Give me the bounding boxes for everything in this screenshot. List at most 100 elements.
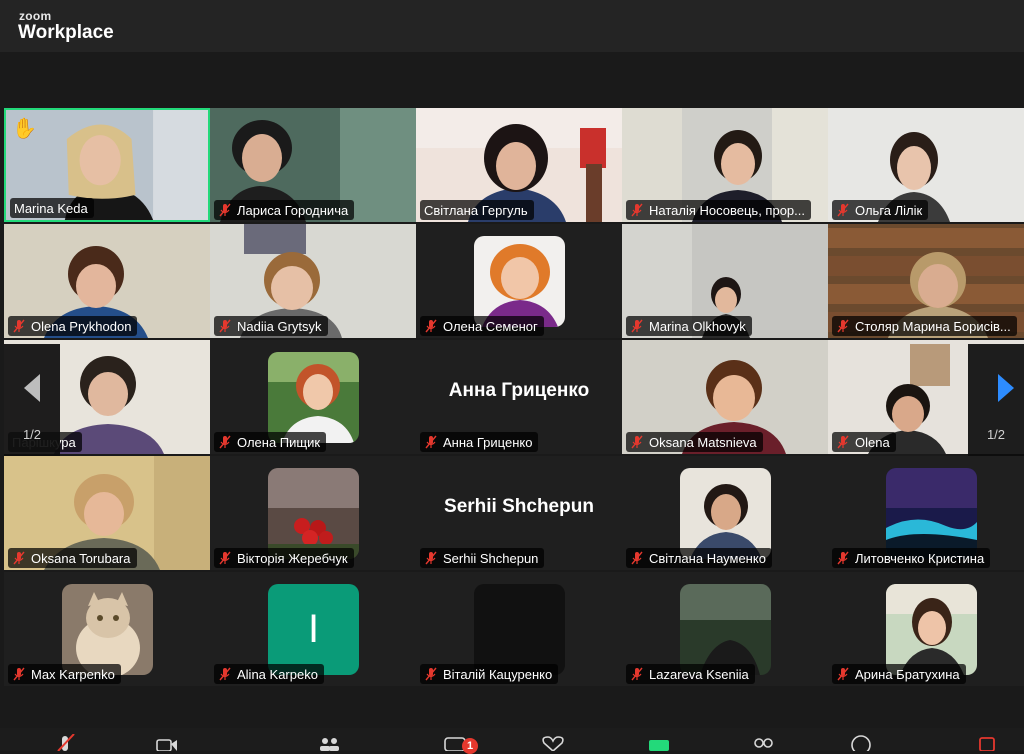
muted-mic-icon	[631, 435, 643, 449]
muted-mic-icon	[631, 319, 643, 333]
participant-tile[interactable]: Литовченко Кристина	[828, 456, 1024, 570]
participant-tile[interactable]: Max Karpenko	[4, 572, 210, 686]
participant-tile[interactable]: Лариса Городнича	[210, 108, 416, 222]
participant-tile[interactable]: Oksana Matsnieva	[622, 340, 828, 454]
participant-name-label: Віталій Кацуренко	[420, 664, 559, 684]
participant-tile[interactable]: Marina Olkhovyk	[622, 224, 828, 338]
participant-tile[interactable]: Анна Гриценко Анна Гриценко	[416, 340, 622, 454]
chat-badge: 1	[462, 738, 478, 754]
participant-initial-avatar: I	[268, 584, 359, 675]
share-screen-icon[interactable]	[648, 734, 670, 751]
muted-mic-icon	[13, 551, 25, 565]
participants-icon[interactable]	[318, 734, 340, 751]
participant-tile[interactable]: Oksana Torubara	[4, 456, 210, 570]
muted-mic-icon	[631, 667, 643, 681]
participant-name-label: Столяр Марина Борисів...	[832, 316, 1017, 336]
page-indicator: 1/2	[986, 427, 1006, 442]
participant-tile[interactable]: Світлана Науменко	[622, 456, 828, 570]
next-page-button[interactable]: 1/2	[968, 344, 1024, 456]
participant-tile[interactable]: Вікторія Жеребчук	[210, 456, 416, 570]
muted-mic-icon	[425, 551, 437, 565]
participant-tile[interactable]: Столяр Марина Борисів...	[828, 224, 1024, 338]
app-title: Workplace	[18, 22, 114, 43]
muted-mic-icon	[425, 319, 437, 333]
raised-hand-icon: ✋	[12, 118, 37, 140]
participant-name-label: Арина Братухина	[832, 664, 966, 684]
previous-page-button[interactable]: 1/2	[4, 344, 60, 456]
participant-tile[interactable]: Serhii Shchepun Serhii Shchepun	[416, 456, 622, 570]
participant-avatar	[680, 584, 771, 675]
more-icon[interactable]	[850, 734, 872, 751]
meeting-toolbar	[0, 728, 1024, 751]
participant-tile[interactable]: ✋ Marina Keda	[4, 108, 210, 222]
participant-name-label: Ольга Лілік	[832, 200, 929, 220]
participant-name-label: Лариса Городнича	[214, 200, 355, 220]
muted-mic-icon	[219, 435, 231, 449]
participant-name-label: Олена Семеног	[420, 316, 544, 336]
muted-mic-icon	[837, 435, 849, 449]
zoom-logo-text: zoom	[19, 9, 52, 23]
participant-tile[interactable]: Olena Prykhodon	[4, 224, 210, 338]
muted-mic-icon	[425, 435, 437, 449]
participant-avatar	[474, 584, 565, 675]
participant-tile[interactable]: Наталія Носовець, прор...	[622, 108, 828, 222]
participant-avatar	[62, 584, 153, 675]
chevron-right-icon	[998, 374, 1014, 402]
participant-avatar	[680, 468, 771, 559]
muted-mic-icon	[13, 319, 25, 333]
participant-name-label: Alina Karpeko	[214, 664, 324, 684]
muted-mic-icon	[219, 551, 231, 565]
muted-mic-icon	[219, 203, 231, 217]
participant-name-label: Олена Пищик	[214, 432, 327, 452]
muted-mic-icon	[219, 319, 231, 333]
apps-icon[interactable]	[752, 734, 774, 751]
participant-tile[interactable]: Nadiia Grytsyk	[210, 224, 416, 338]
participant-name-label: Світлана Науменко	[626, 548, 772, 568]
participant-name-label: Oksana Torubara	[8, 548, 137, 568]
participant-name-label: Olena	[832, 432, 896, 452]
participant-name-label: Serhii Shchepun	[420, 548, 545, 568]
participant-tile[interactable]: Віталій Кацуренко	[416, 572, 622, 686]
participant-name-label: Lazareva Kseniia	[626, 664, 755, 684]
participant-tile[interactable]: Lazareva Kseniia	[622, 572, 828, 686]
participant-tile[interactable]: Олена Пищик	[210, 340, 416, 454]
participant-display-name: Serhii Shchepun	[444, 496, 594, 517]
muted-mic-icon	[219, 667, 231, 681]
muted-mic-icon	[631, 551, 643, 565]
participant-avatar	[268, 352, 359, 443]
participant-tile[interactable]: Арина Братухина	[828, 572, 1024, 686]
participant-name-label: Max Karpenko	[8, 664, 121, 684]
participant-name-label: Marina Olkhovyk	[626, 316, 752, 336]
muted-mic-icon	[425, 667, 437, 681]
video-camera-icon[interactable]	[156, 734, 178, 751]
participant-display-name: Анна Гриценко	[448, 380, 590, 401]
muted-mic-icon	[837, 319, 849, 333]
participant-name-label: Marina Keda	[10, 198, 94, 218]
participant-avatar	[474, 236, 565, 327]
participant-name-label: Литовченко Кристина	[832, 548, 991, 568]
page-indicator: 1/2	[22, 427, 42, 442]
chevron-left-icon	[24, 374, 40, 402]
muted-mic-icon	[837, 667, 849, 681]
participant-avatar	[268, 468, 359, 559]
muted-mic-icon	[13, 667, 25, 681]
leave-icon[interactable]	[976, 734, 998, 751]
participant-tile[interactable]: Світлана Гергуль	[416, 108, 622, 222]
participant-avatar	[886, 584, 977, 675]
participant-name-label: Анна Гриценко	[420, 432, 539, 452]
participant-name-label: Nadiia Grytsyk	[214, 316, 328, 336]
title-bar: zoom Workplace	[0, 0, 1024, 52]
reactions-icon[interactable]	[542, 734, 564, 751]
muted-mic-icon	[837, 551, 849, 565]
participant-name-label: Світлана Гергуль	[420, 200, 534, 220]
participant-name-label: Oksana Matsnieva	[626, 432, 763, 452]
participant-tile[interactable]: I Alina Karpeko	[210, 572, 416, 686]
participant-name-label: Наталія Носовець, прор...	[626, 200, 811, 220]
mute-mic-icon[interactable]	[54, 734, 76, 751]
participant-tile[interactable]: Олена Семеног	[416, 224, 622, 338]
video-gallery: ✋ Marina Keda Лариса Городнича Світлана …	[0, 52, 1024, 728]
participant-tile[interactable]: Ольга Лілік	[828, 108, 1024, 222]
participant-name-label: Вікторія Жеребчук	[214, 548, 354, 568]
muted-mic-icon	[631, 203, 643, 217]
participant-name-label: Olena Prykhodon	[8, 316, 138, 336]
